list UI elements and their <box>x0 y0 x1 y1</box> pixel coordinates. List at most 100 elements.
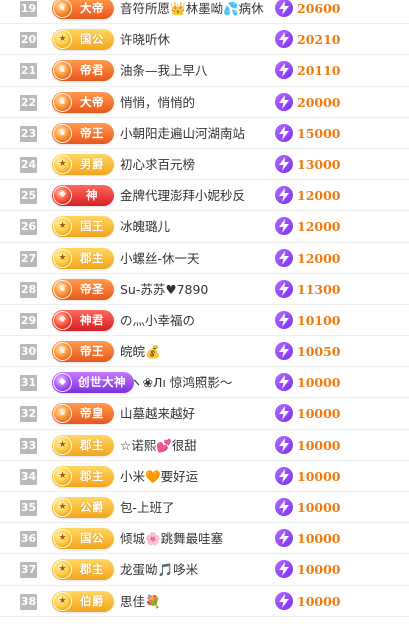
level-badge: ♛ 帝皇 <box>52 403 114 425</box>
ranking-row[interactable]: 25 ❖ 神金牌代理澎拜小妮秒反 12000 <box>0 180 409 212</box>
ranking-row[interactable]: 32 ♛ 帝皇 山墓越来越好 10000 <box>0 398 409 430</box>
ranking-row[interactable]: 36 ★ 国公 倾城🌸跳舞最哇塞 10000 <box>0 523 409 555</box>
lightning-bolt-icon <box>275 61 293 80</box>
lightning-bolt-icon <box>275 0 293 17</box>
user-name[interactable]: ☆诺熙💕很甜 <box>120 430 270 461</box>
rank-number: 33 <box>20 437 37 454</box>
ranking-row[interactable]: 21 ♛ 帝君 油条—我上早八 20110 <box>0 55 409 87</box>
badge-label: 伯爵 <box>80 593 104 608</box>
rank-emblem-icon: ★ <box>53 498 72 517</box>
ranking-row[interactable]: 30 ♛ 帝王 皖皖💰 10050 <box>0 336 409 368</box>
ranking-row[interactable]: 31 ◆ 创世大神 ヽ❀Лı 惊鸿照影～ 10000 <box>0 367 409 399</box>
ranking-row[interactable]: 34 ★ 郡主 小米🧡要好运 10000 <box>0 461 409 492</box>
badge-label: 国王 <box>80 219 104 234</box>
ranking-row[interactable]: 19 ♛ 大帝 音符所愿👑林墨呦💦病休 20600 <box>0 0 409 25</box>
user-name[interactable]: 冰魄璐儿 <box>120 211 270 242</box>
badge-label: 大帝 <box>80 1 104 15</box>
points-value: 10000 <box>297 375 341 391</box>
user-name[interactable]: の灬小幸福の <box>120 305 270 336</box>
rank-number: 23 <box>20 125 37 142</box>
ranking-row[interactable]: 38 ★ 伯爵 思佳💐 10000 <box>0 586 409 617</box>
rank-number: 29 <box>20 312 37 329</box>
user-name[interactable]: 倾城🌸跳舞最哇塞 <box>120 523 270 554</box>
level-badge: ★ 郡主 <box>52 247 114 269</box>
level-badge: ❖ 神 <box>52 185 114 207</box>
rank-emblem-icon: ★ <box>53 248 72 268</box>
badge-label: 郡主 <box>80 468 104 483</box>
points-value: 11300 <box>297 281 341 297</box>
rank-emblem-icon: ★ <box>53 217 72 237</box>
ranking-row[interactable]: 23 ♛ 帝王 小朝阳走遍山河湖南站 15000 <box>0 118 409 149</box>
user-name[interactable]: 油条—我上早八 <box>120 55 270 86</box>
level-badge: ♛ 帝王 <box>52 341 114 363</box>
user-name[interactable]: 悄悄，悄悄的 <box>120 87 270 118</box>
points-value: 10000 <box>297 562 341 578</box>
lightning-bolt-icon <box>275 279 293 298</box>
user-name[interactable]: 音符所愿👑林墨呦💦病休 <box>120 0 270 24</box>
ranking-list: 19 ♛ 大帝 音符所愿👑林墨呦💦病休 20600 20 ★ 国公 许晓听休 20210 21 ♛ 帝君… <box>0 0 409 617</box>
ranking-row[interactable]: 29 ❖ 神君 の灬小幸福の 10100 <box>0 305 409 337</box>
user-name[interactable]: Su-苏苏♥7890 <box>120 274 270 305</box>
user-name[interactable]: ヽ❀Лı 惊鸿照影～ <box>130 367 280 398</box>
ranking-row[interactable]: 37 ★ 郡主 龙蛋呦🎵哆米 10000 <box>0 554 409 586</box>
rank-emblem-icon: ★ <box>53 466 72 486</box>
rank-number: 19 <box>20 1 37 17</box>
rank-emblem-icon: ♛ <box>53 404 72 424</box>
ranking-row[interactable]: 26 ★ 国王 冰魄璐儿 12000 <box>0 211 409 243</box>
rank-emblem-icon: ♛ <box>53 342 72 362</box>
badge-label: 郡主 <box>80 437 104 452</box>
badge-label: 创世大神 <box>78 375 126 390</box>
lightning-bolt-icon <box>275 217 293 236</box>
badge-label: 神君 <box>80 312 104 327</box>
rank-emblem-icon: ★ <box>53 529 72 549</box>
lightning-bolt-icon <box>275 154 293 173</box>
ranking-row[interactable]: 20 ★ 国公 许晓听休 20210 <box>0 24 409 56</box>
user-name[interactable]: 金牌代理澎拜小妮秒反 <box>120 180 270 211</box>
rank-number: 27 <box>20 250 37 267</box>
ranking-row[interactable]: 35 ★ 公爵 包-上班了 10000 <box>0 492 409 524</box>
ranking-row[interactable]: 22 ♛ 大帝 悄悄，悄悄的 20000 <box>0 87 409 118</box>
lightning-bolt-icon <box>275 342 293 361</box>
points-value: 10000 <box>297 468 341 484</box>
badge-label: 男爵 <box>80 156 104 171</box>
points-value: 10000 <box>297 437 341 453</box>
points-value: 12000 <box>297 219 341 235</box>
user-name[interactable]: 思佳💐 <box>120 586 270 617</box>
badge-label: 帝圣 <box>80 281 104 296</box>
ranking-row[interactable]: 24 ★ 男爵 初心求百元榜 13000 <box>0 149 409 181</box>
rank-emblem-icon: ★ <box>53 154 72 174</box>
level-badge: ★ 国公 <box>52 528 114 550</box>
user-name[interactable]: 许晓听休 <box>120 24 270 55</box>
ranking-row[interactable]: 28 ♛ 帝圣 Su-苏苏♥7890 11300 <box>0 274 409 305</box>
user-name[interactable]: 初心求百元榜 <box>120 149 270 180</box>
rank-emblem-icon: ★ <box>53 30 72 50</box>
user-name[interactable]: 小米🧡要好运 <box>120 461 270 492</box>
level-badge: ★ 国公 <box>52 29 114 51</box>
lightning-bolt-icon <box>275 373 293 392</box>
rank-emblem-icon: ★ <box>53 560 72 580</box>
level-badge: ♛ 大帝 <box>52 91 114 113</box>
lightning-bolt-icon <box>275 92 293 111</box>
rank-number: 38 <box>20 593 37 610</box>
points-value: 12000 <box>297 250 341 266</box>
ranking-row[interactable]: 33 ★ 郡主 ☆诺熙💕很甜 10000 <box>0 430 409 461</box>
level-badge: ★ 郡主 <box>52 434 114 456</box>
lightning-bolt-icon <box>275 498 293 516</box>
rank-emblem-icon: ★ <box>53 435 72 455</box>
lightning-bolt-icon <box>275 404 293 423</box>
user-name[interactable]: 小螺丝-休一天 <box>120 243 270 274</box>
user-name[interactable]: 皖皖💰 <box>120 336 270 367</box>
lightning-bolt-icon <box>275 529 293 548</box>
rank-number: 28 <box>20 281 37 298</box>
points-value: 10100 <box>297 312 341 328</box>
lightning-bolt-icon <box>275 466 293 485</box>
level-badge: ★ 伯爵 <box>52 590 114 612</box>
user-name[interactable]: 小朝阳走遍山河湖南站 <box>120 118 270 149</box>
user-name[interactable]: 山墓越来越好 <box>120 398 270 429</box>
user-name[interactable]: 龙蛋呦🎵哆米 <box>120 554 270 585</box>
user-name[interactable]: 包-上班了 <box>120 492 270 523</box>
ranking-row[interactable]: 27 ★ 郡主 小螺丝-休一天 12000 <box>0 243 409 274</box>
lightning-bolt-icon <box>275 248 293 267</box>
level-badge: ★ 公爵 <box>52 497 114 518</box>
points-value: 10050 <box>297 344 341 360</box>
